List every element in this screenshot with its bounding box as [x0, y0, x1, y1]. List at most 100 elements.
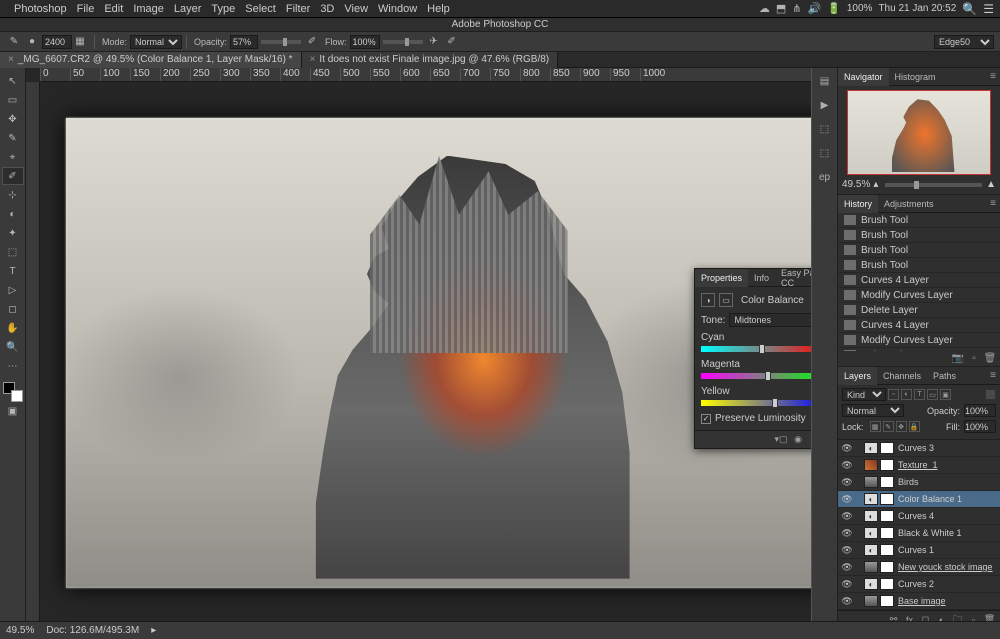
menu-filter[interactable]: Filter: [286, 3, 310, 15]
visibility-toggle-icon[interactable]: 👁: [840, 545, 854, 556]
tab-paths[interactable]: Paths: [927, 367, 962, 385]
preserve-luminosity-checkbox[interactable]: ✓ Preserve Luminosity: [701, 413, 811, 424]
battery-icon[interactable]: 🔋: [827, 2, 841, 15]
gradient-tool-icon[interactable]: ⬚: [2, 243, 24, 261]
menu-image[interactable]: Image: [133, 3, 164, 15]
visibility-toggle-icon[interactable]: 👁: [840, 579, 854, 590]
visibility-toggle-icon[interactable]: 👁: [840, 528, 854, 539]
menu-type[interactable]: Type: [211, 3, 235, 15]
layer-row[interactable]: 👁◐Curves 2: [838, 576, 1000, 593]
hand-tool-icon[interactable]: ✋: [2, 319, 24, 337]
tab-navigator[interactable]: Navigator: [838, 68, 889, 86]
layer-fill-field[interactable]: [964, 420, 996, 433]
menu-layer[interactable]: Layer: [174, 3, 202, 15]
visibility-toggle-icon[interactable]: 👁: [840, 494, 854, 505]
cloud-icon[interactable]: ☁: [759, 2, 770, 15]
eraser-tool-icon[interactable]: ✦: [2, 224, 24, 242]
tab-adjustments[interactable]: Adjustments: [878, 195, 940, 213]
filter-pixel-icon[interactable]: ▫: [888, 389, 899, 400]
visibility-toggle-icon[interactable]: 👁: [840, 511, 854, 522]
flow-field[interactable]: [350, 35, 380, 49]
clone-tool-icon[interactable]: ◐: [2, 205, 24, 223]
visibility-toggle-icon[interactable]: 👁: [840, 443, 854, 454]
tone-select[interactable]: Midtones: [729, 313, 811, 327]
history-item[interactable]: Brush Tool: [838, 228, 1000, 243]
trash-icon[interactable]: 🗑: [983, 613, 996, 621]
ruler-horizontal[interactable]: 0501001502002503003504004505005506006507…: [40, 68, 811, 82]
layer-name[interactable]: Curves 4: [898, 511, 934, 521]
adjustment-layer-icon[interactable]: ◐: [935, 613, 948, 621]
layer-name[interactable]: Black & White 1: [898, 528, 962, 538]
opacity-field[interactable]: [230, 35, 258, 49]
easypanel-icon[interactable]: ep: [816, 168, 834, 186]
brush-size-field[interactable]: [42, 35, 72, 49]
tab-histogram[interactable]: Histogram: [889, 68, 942, 86]
crop-tool-icon[interactable]: ✎: [2, 129, 24, 147]
layer-row[interactable]: 👁 New youck stock image: [838, 559, 1000, 576]
layer-row[interactable]: 👁◐Curves 1: [838, 542, 1000, 559]
close-icon[interactable]: ×: [310, 54, 316, 65]
visibility-toggle-icon[interactable]: 👁: [840, 477, 854, 488]
layer-row[interactable]: 👁◐Black & White 1: [838, 525, 1000, 542]
filter-type-icon[interactable]: T: [914, 389, 925, 400]
navigator-zoom-slider[interactable]: [885, 183, 982, 187]
healing-tool-icon[interactable]: ⊹: [2, 186, 24, 204]
volume-icon[interactable]: 🔊: [807, 2, 821, 15]
spotlight-icon[interactable]: 🔍: [962, 2, 977, 16]
menu-help[interactable]: Help: [427, 3, 450, 15]
color-slider[interactable]: [701, 400, 811, 406]
eyedropper-tool-icon[interactable]: ⌖: [2, 148, 24, 166]
layer-name[interactable]: Color Balance 1: [898, 494, 962, 504]
status-chevron-icon[interactable]: ▸: [151, 625, 156, 636]
new-layer-icon[interactable]: ▫: [967, 613, 980, 621]
actions-panel-icon[interactable]: ▶: [816, 96, 834, 114]
layer-name[interactable]: Curves 1: [898, 545, 934, 555]
history-item[interactable]: Brush Tool: [838, 258, 1000, 273]
zoom-tool-icon[interactable]: 🔍: [2, 338, 24, 356]
menu-edit[interactable]: Edit: [104, 3, 123, 15]
lock-all-icon[interactable]: 🔒: [909, 421, 920, 432]
panel-menu-icon[interactable]: ≡: [990, 198, 996, 209]
history-item[interactable]: Modify Curves Layer: [838, 333, 1000, 348]
document-tab-active[interactable]: ×_MG_6607.CR2 @ 49.5% (Color Balance 1, …: [0, 52, 302, 68]
lock-pixel-icon[interactable]: ✎: [883, 421, 894, 432]
navigator-thumbnail[interactable]: [847, 90, 991, 175]
blend-mode-select[interactable]: Normal: [130, 35, 182, 49]
panel-menu-icon[interactable]: ≡: [990, 370, 996, 381]
pen-tool-icon[interactable]: ▷: [2, 281, 24, 299]
filter-smart-icon[interactable]: ▣: [940, 389, 951, 400]
layer-name[interactable]: Base image: [898, 596, 946, 606]
layer-row[interactable]: 👁◐Curves 3: [838, 440, 1000, 457]
status-doc-size[interactable]: Doc: 126.6M/495.3M: [46, 625, 139, 636]
layer-row[interactable]: 👁◐Curves 4: [838, 508, 1000, 525]
layer-blend-mode[interactable]: Normal: [842, 404, 904, 417]
lock-position-icon[interactable]: ✥: [896, 421, 907, 432]
opacity-slider[interactable]: [261, 40, 301, 44]
reset-icon[interactable]: ↺: [808, 433, 811, 447]
visibility-toggle-icon[interactable]: 👁: [840, 460, 854, 471]
layer-filter-kind[interactable]: Kind: [842, 388, 886, 401]
notifications-icon[interactable]: ☰: [983, 2, 994, 16]
menu-view[interactable]: View: [344, 3, 368, 15]
layer-row[interactable]: 👁◐Color Balance 1: [838, 491, 1000, 508]
color-swatches[interactable]: [3, 382, 23, 402]
ruler-vertical[interactable]: [26, 82, 40, 621]
layer-name[interactable]: New youck stock image: [898, 562, 993, 572]
filter-toggle[interactable]: [985, 389, 996, 400]
shape-tool-icon[interactable]: ◻: [2, 300, 24, 318]
tab-history[interactable]: History: [838, 195, 878, 213]
close-icon[interactable]: ×: [8, 54, 14, 65]
new-snapshot-icon[interactable]: ▫: [968, 353, 980, 365]
brush-preview-icon[interactable]: ●: [24, 34, 40, 50]
link-layers-icon[interactable]: ⚯: [887, 613, 900, 621]
tab-info[interactable]: Info: [748, 269, 775, 287]
layer-name[interactable]: Curves 2: [898, 579, 934, 589]
layer-row[interactable]: 👁Base image: [838, 593, 1000, 610]
visibility-toggle-icon[interactable]: 👁: [840, 562, 854, 573]
properties-panel[interactable]: Properties Info Easy Panel CC »≡ ◑ ▭ Col…: [694, 268, 811, 449]
menu-file[interactable]: File: [77, 3, 95, 15]
tab-layers[interactable]: Layers: [838, 367, 877, 385]
brush-panel-icon[interactable]: ▦: [72, 34, 88, 50]
trash-icon[interactable]: 🗑: [984, 353, 996, 365]
layer-row[interactable]: 👁Birds: [838, 474, 1000, 491]
